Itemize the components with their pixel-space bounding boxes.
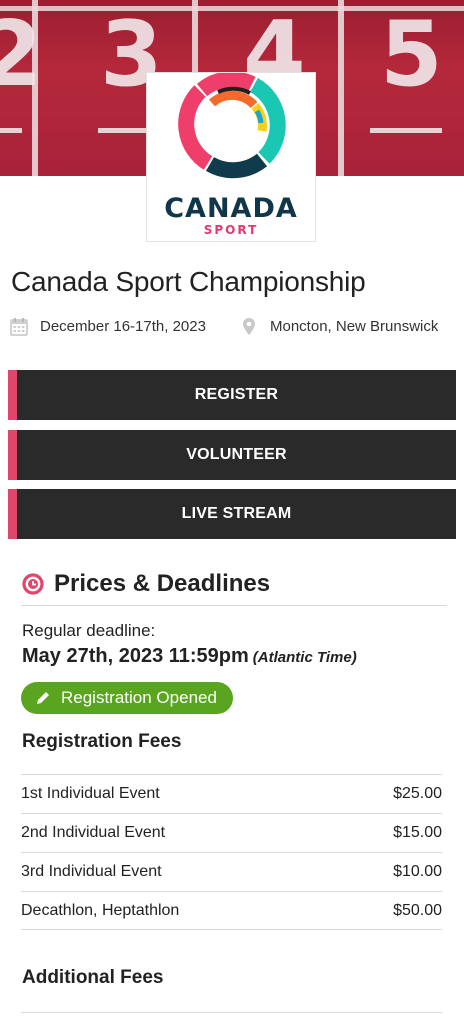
clock-icon <box>22 573 44 595</box>
event-logo: CANADA SPORT <box>146 72 316 242</box>
additional-fees-heading: Additional Fees <box>22 967 164 988</box>
logo-wordmark: CANADA <box>164 193 298 224</box>
event-location: Moncton, New Brunswick <box>240 316 438 336</box>
table-row: 1st Individual Event $25.00 <box>21 774 442 813</box>
divider <box>21 1012 442 1013</box>
divider <box>21 605 447 606</box>
deadline-label: Regular deadline: <box>22 621 156 640</box>
fee-name: 2nd Individual Event <box>21 824 166 841</box>
page-title: Canada Sport Championship <box>11 266 366 297</box>
status-text: Registration Opened <box>61 688 217 707</box>
section-title: Prices & Deadlines <box>54 570 271 597</box>
fee-price: $15.00 <box>393 824 442 841</box>
deadline-date: May 27th, 2023 11:59pm (Atlantic Time) <box>22 645 357 668</box>
table-row: 3rd Individual Event $10.00 <box>21 852 442 891</box>
section-heading: Prices & Deadlines <box>22 570 270 598</box>
fees-table: 1st Individual Event $25.00 2nd Individu… <box>21 774 442 930</box>
fee-name: Decathlon, Heptathlon <box>21 901 180 919</box>
deadline-timezone: (Atlantic Time) <box>252 649 357 666</box>
fee-name: 3rd Individual Event <box>21 863 162 880</box>
deadline-datetime: May 27th, 2023 11:59pm <box>22 645 249 667</box>
table-row: 2nd Individual Event $15.00 <box>21 813 442 852</box>
event-date-text: December 16-17th, 2023 <box>40 317 206 335</box>
volunteer-button[interactable]: VOLUNTEER <box>8 430 456 480</box>
lane-line <box>338 0 344 176</box>
calendar-icon <box>10 316 28 336</box>
register-button[interactable]: REGISTER <box>8 370 456 420</box>
table-row: Decathlon, Heptathlon $50.00 <box>21 891 442 930</box>
pencil-icon <box>35 690 51 706</box>
event-location-text: Moncton, New Brunswick <box>270 317 439 335</box>
registration-fees-heading: Registration Fees <box>22 731 182 752</box>
fee-price: $25.00 <box>393 785 442 802</box>
event-date: December 16-17th, 2023 <box>10 316 206 336</box>
fee-price: $10.00 <box>393 863 442 880</box>
logo-ring-icon <box>178 73 286 179</box>
fee-price: $50.00 <box>393 901 442 919</box>
lane-number: 5 <box>380 2 443 107</box>
lane-marking <box>0 128 22 133</box>
logo-subtext: SPORT <box>203 223 259 237</box>
lane-marking <box>370 128 442 133</box>
lane-number: 2 <box>0 2 43 107</box>
status-badge: Registration Opened <box>21 682 233 714</box>
fee-name: 1st Individual Event <box>21 785 160 802</box>
map-pin-icon <box>240 316 258 336</box>
live-stream-button[interactable]: LIVE STREAM <box>8 489 456 539</box>
